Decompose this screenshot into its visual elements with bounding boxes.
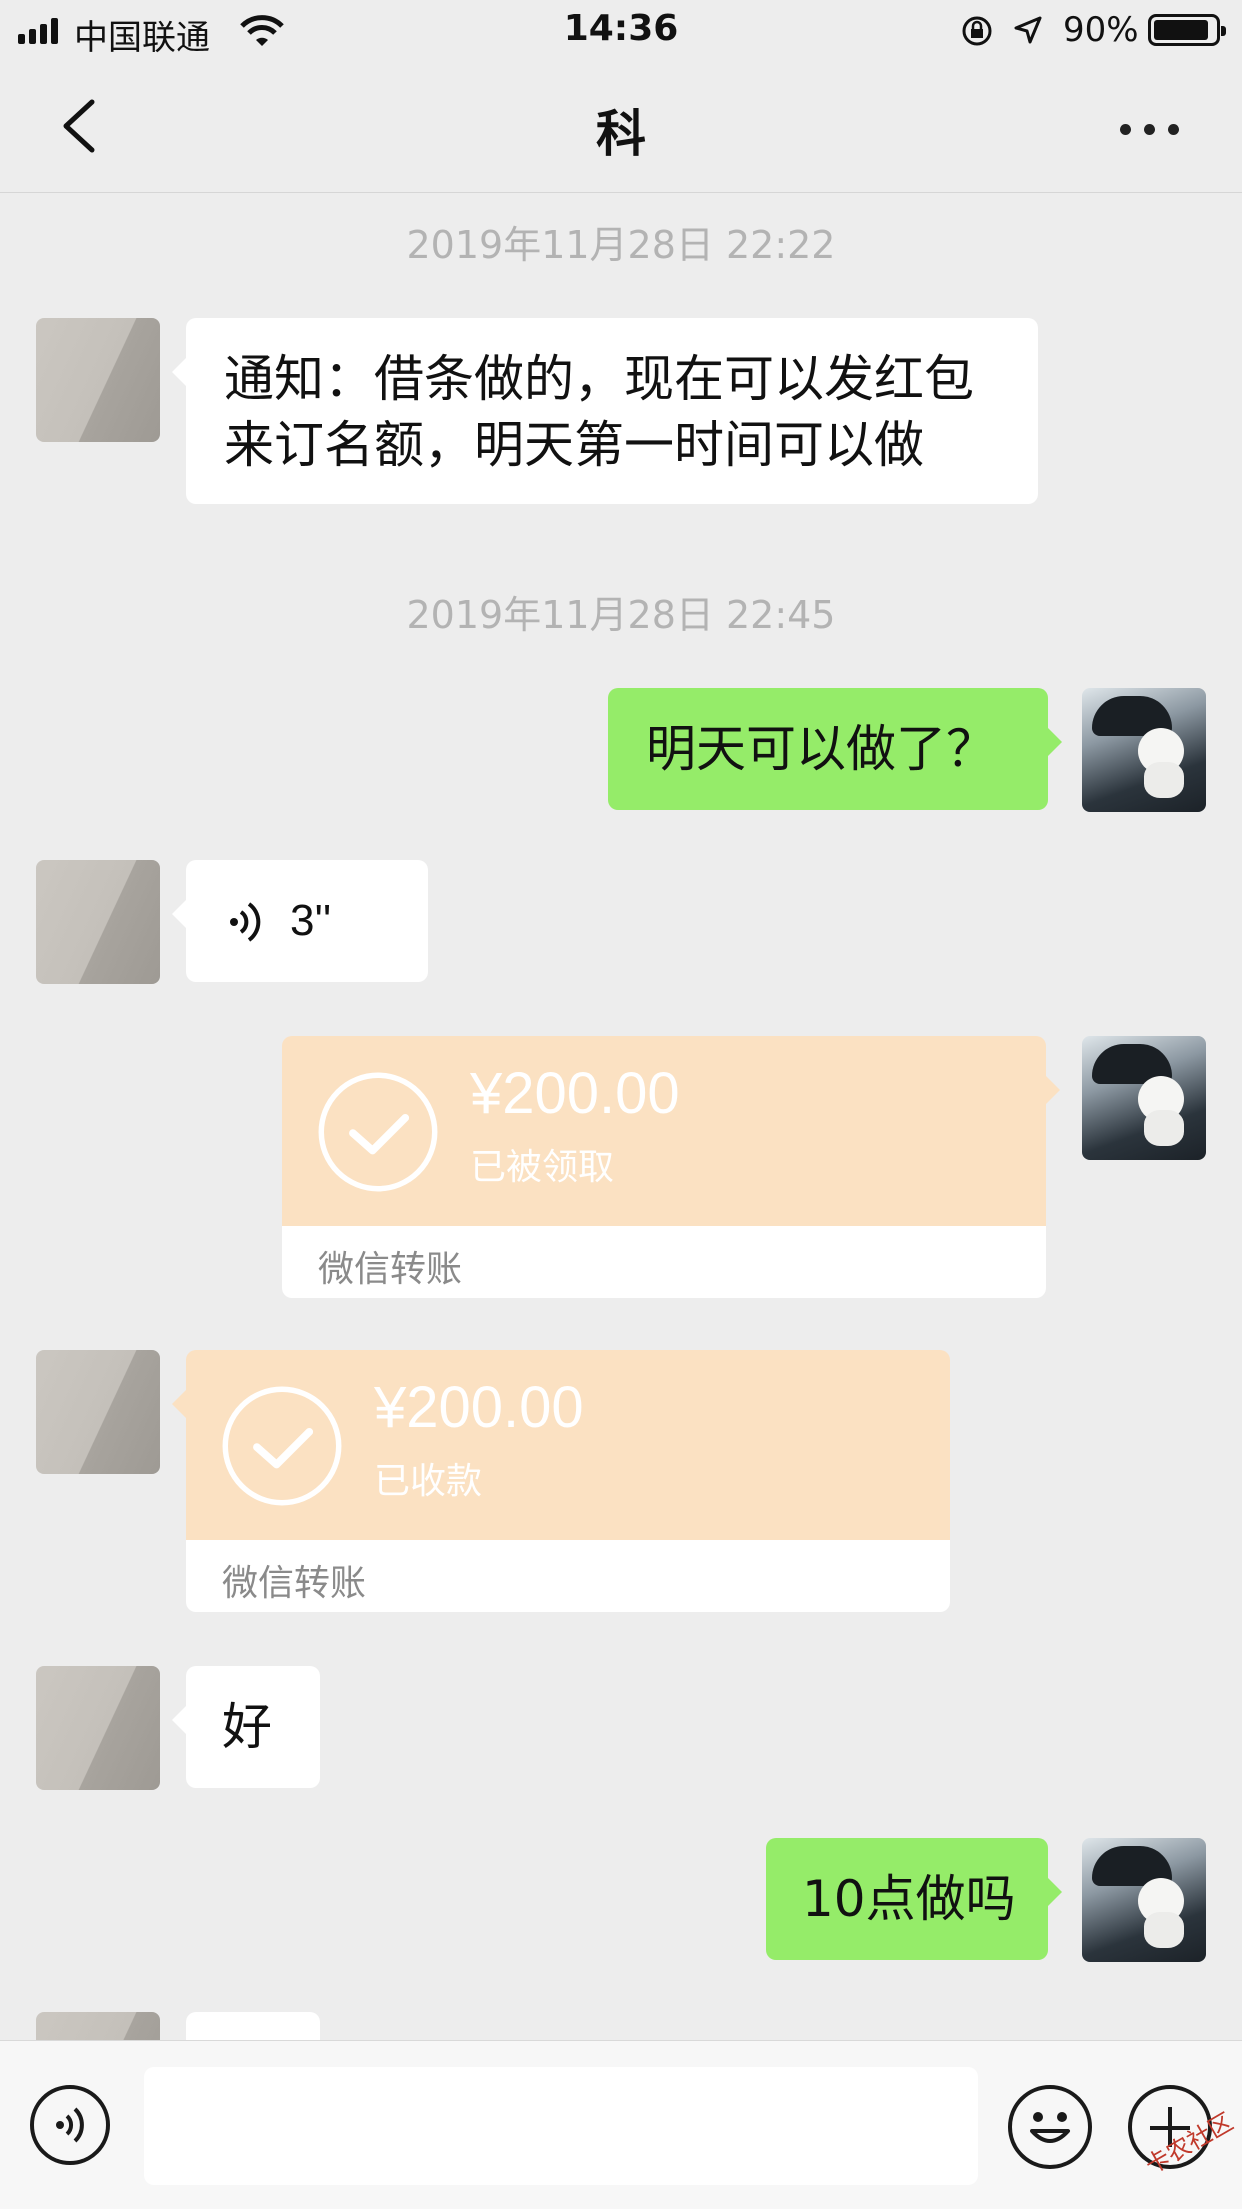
voice-wave-icon — [230, 902, 261, 942]
transfer-status: 已被领取 — [470, 1147, 615, 1188]
transfer-card-sent[interactable]: ¥200.00 已被领取 微信转账 — [282, 1036, 1060, 1298]
more-icon[interactable] — [1110, 102, 1190, 152]
battery-percent: 90% — [1063, 10, 1139, 50]
timestamp: 2019年11月28日 22:45 — [406, 593, 836, 637]
message-bubble-received[interactable]: 好 — [172, 1666, 320, 1788]
transfer-status: 已收款 — [374, 1461, 483, 1502]
message-text: 通知：借条做的，现在可以发红包 — [224, 350, 974, 408]
my-avatar[interactable] — [1082, 688, 1206, 812]
emoji-icon[interactable] — [1008, 2085, 1092, 2169]
message-text: 来订名额，明天第一时间可以做 — [224, 416, 924, 474]
contact-avatar[interactable] — [36, 2012, 160, 2040]
voice-duration: 3'' — [290, 896, 332, 945]
contact-avatar[interactable] — [36, 318, 160, 442]
chat-title: 科 — [596, 105, 646, 163]
voice-message[interactable]: 3'' — [172, 860, 428, 982]
transfer-amount: ¥200.00 — [470, 1061, 680, 1126]
status-bar: 中国联通 14:36 90% — [0, 0, 1242, 62]
my-avatar[interactable] — [1082, 1838, 1206, 1962]
contact-avatar[interactable] — [36, 1666, 160, 1790]
orientation-lock-icon — [962, 16, 992, 46]
check-circle-icon — [318, 1072, 438, 1192]
my-avatar[interactable] — [1082, 1036, 1206, 1160]
voice-input-icon[interactable] — [30, 2085, 110, 2165]
message-text: 好 — [222, 1698, 272, 1756]
navigation-bar: 科 — [0, 62, 1242, 193]
message-list[interactable]: 2019年11月28日 22:22 通知：借条做的，现在可以发红包 来订名额，明… — [0, 192, 1242, 2040]
message-bubble-received[interactable]: 通知：借条做的，现在可以发红包 来订名额，明天第一时间可以做 — [172, 318, 1038, 504]
check-circle-icon — [222, 1386, 342, 1506]
contact-avatar[interactable] — [36, 860, 160, 984]
message-input[interactable] — [144, 2067, 978, 2185]
message-text: 10点做吗 — [802, 1870, 1016, 1928]
transfer-card-received[interactable]: ¥200.00 已收款 微信转账 — [172, 1350, 950, 1612]
battery-icon — [1148, 14, 1226, 46]
message-text: 明天可以做了？ — [646, 720, 996, 778]
message-bubble-sent[interactable]: 明天可以做了？ — [608, 688, 1062, 810]
contact-avatar[interactable] — [36, 1350, 160, 1474]
location-icon — [1014, 16, 1042, 44]
timestamp: 2019年11月28日 22:22 — [406, 223, 836, 267]
message-bubble-sent[interactable]: 10点做吗 — [766, 1838, 1062, 1960]
transfer-amount: ¥200.00 — [374, 1375, 584, 1440]
message-bubble-received[interactable] — [186, 2012, 320, 2040]
input-bar — [0, 2040, 1242, 2209]
transfer-label: 微信转账 — [318, 1249, 463, 1290]
clock: 14:36 — [563, 8, 679, 49]
transfer-label: 微信转账 — [222, 1563, 367, 1604]
